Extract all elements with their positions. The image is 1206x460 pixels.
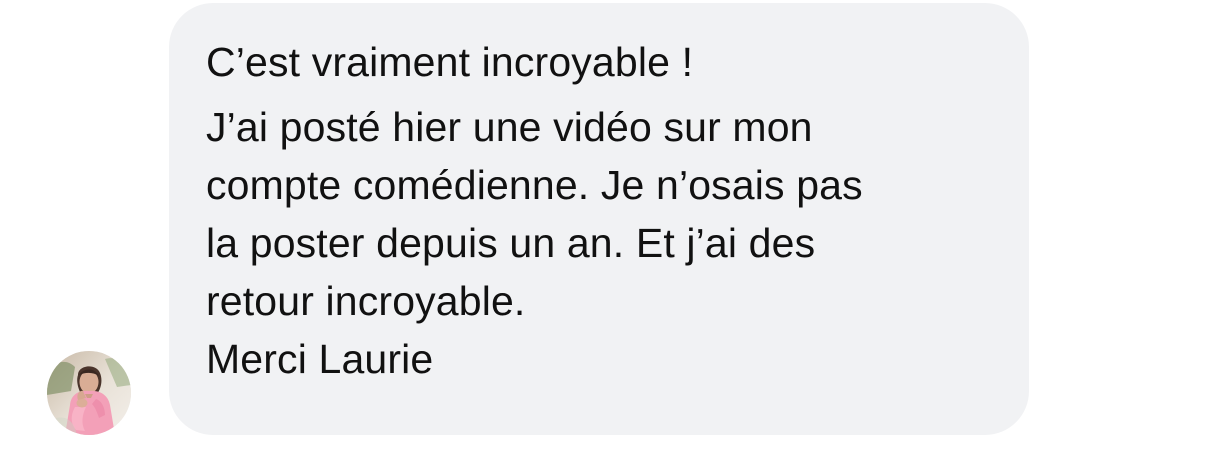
message-bubble[interactable]: C’est vraiment incroyable ! J’ai posté h… [169, 3, 1029, 435]
message-greeting: C’est vraiment incroyable ! [206, 39, 694, 85]
message-body-line-2: compte comédienne. Je n’osais pas [206, 162, 863, 208]
message-body-line-4: retour incroyable. [206, 278, 526, 324]
message-signoff: Merci Laurie [206, 336, 434, 382]
message-thread: C’est vraiment incroyable ! J’ai posté h… [0, 0, 1206, 460]
profile-photo-icon [47, 351, 131, 435]
avatar[interactable] [47, 351, 131, 435]
message-body-line-1: J’ai posté hier une vidéo sur mon [206, 104, 813, 150]
message-body-line-3: la poster depuis un an. Et j’ai des [206, 220, 816, 266]
